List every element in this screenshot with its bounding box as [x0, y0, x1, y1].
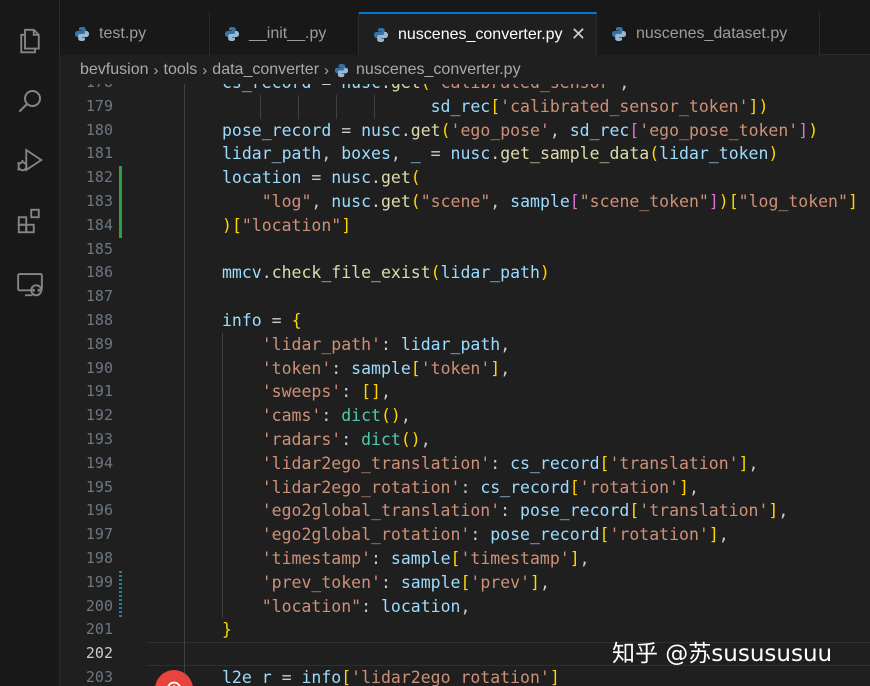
line-number[interactable]: 185 — [60, 238, 113, 262]
line-number[interactable]: 182 — [60, 166, 113, 190]
code-line[interactable]: 'lidar2ego_translation': cs_record['tran… — [222, 452, 759, 476]
title-strip — [60, 0, 870, 12]
line-number[interactable]: 189 — [60, 333, 113, 357]
search-icon[interactable] — [0, 77, 60, 125]
close-icon[interactable]: ✕ — [571, 24, 586, 44]
line-number[interactable]: 200 — [60, 595, 113, 619]
python-file-icon — [225, 26, 239, 41]
code-editor[interactable]: 178 cs_record = nusc.get('calibrated_sens… — [60, 84, 870, 686]
line-number[interactable]: 202 — [60, 642, 113, 666]
line-number[interactable]: 190 — [60, 357, 113, 381]
tab-label: nuscenes_converter.py — [398, 25, 563, 43]
line-number[interactable]: 192 — [60, 404, 113, 428]
code-line[interactable]: 'ego2global_translation': pose_record['t… — [222, 499, 789, 523]
line-number[interactable]: 193 — [60, 428, 113, 452]
code-line[interactable]: 'cams': dict(), — [222, 404, 411, 428]
code-line[interactable]: } — [222, 618, 232, 642]
indent-guide — [298, 94, 299, 119]
indent-guide — [374, 94, 375, 119]
line-number[interactable]: 199 — [60, 571, 113, 595]
breadcrumb-item[interactable]: bevfusion — [80, 61, 149, 79]
tab-nuscenes-dataset-py[interactable]: nuscenes_dataset.py — [597, 12, 820, 55]
code-line[interactable]: pose_record = nusc.get('ego_pose', sd_re… — [222, 119, 818, 143]
python-file-icon — [374, 27, 388, 42]
line-number[interactable]: 187 — [60, 285, 113, 309]
line-number[interactable]: 201 — [60, 618, 113, 642]
line-number[interactable]: 194 — [60, 452, 113, 476]
line-number[interactable]: 188 — [60, 309, 113, 333]
code-line[interactable]: sd_rec['calibrated_sensor_token']) — [222, 95, 769, 119]
code-line[interactable]: mmcv.check_file_exist(lidar_path) — [222, 261, 550, 285]
indent-guide — [184, 84, 185, 686]
line-number[interactable]: 195 — [60, 476, 113, 500]
code-line[interactable]: 'lidar_path': lidar_path, — [222, 333, 510, 357]
line-number[interactable]: 196 — [60, 499, 113, 523]
tab-bar: test.py __init__.py nuscenes_converter.p… — [60, 12, 870, 55]
python-file-icon — [612, 26, 626, 41]
breadcrumb-item[interactable]: data_converter — [212, 61, 319, 79]
tab-nuscenes-converter-py[interactable]: nuscenes_converter.py ✕ — [359, 12, 597, 55]
activity-bar — [0, 0, 60, 686]
code-line[interactable]: 'lidar2ego_rotation': cs_record['rotatio… — [222, 476, 699, 500]
python-file-icon — [334, 63, 349, 77]
line-number[interactable]: 178 — [60, 84, 113, 95]
code-line[interactable]: 'ego2global_rotation': pose_record['rota… — [222, 523, 729, 547]
line-number[interactable]: 191 — [60, 380, 113, 404]
tab-label: __init__.py — [249, 24, 327, 42]
line-number[interactable]: 197 — [60, 523, 113, 547]
line-number[interactable]: 179 — [60, 95, 113, 119]
gutter-added-marker[interactable] — [119, 166, 122, 238]
extensions-icon[interactable] — [0, 197, 60, 245]
code-line[interactable]: )["location"] — [222, 214, 351, 238]
indent-guide — [260, 94, 261, 119]
code-line[interactable]: info = { — [222, 309, 302, 333]
code-line[interactable]: lidar_path, boxes, _ = nusc.get_sample_d… — [222, 142, 778, 166]
breadcrumb-item[interactable]: tools — [164, 61, 198, 79]
tab-test-py[interactable]: test.py — [60, 12, 210, 55]
code-line[interactable]: 'timestamp': sample['timestamp'], — [222, 547, 590, 571]
chevron-right-icon: › — [202, 61, 208, 79]
line-number[interactable]: 181 — [60, 142, 113, 166]
code-line[interactable]: location = nusc.get( — [222, 166, 421, 190]
remote-explorer-icon[interactable] — [0, 260, 60, 308]
code-line[interactable]: "location": location, — [222, 595, 471, 619]
chevron-right-icon: › — [153, 61, 159, 79]
line-number[interactable]: 198 — [60, 547, 113, 571]
tab-label: test.py — [99, 24, 147, 42]
line-number[interactable]: 184 — [60, 214, 113, 238]
code-line[interactable]: 'token': sample['token'], — [222, 357, 510, 381]
code-line[interactable]: 'radars': dict(), — [222, 428, 431, 452]
tab-init-py[interactable]: __init__.py — [210, 12, 359, 55]
breadcrumb-item[interactable]: nuscenes_converter.py — [356, 61, 521, 79]
line-number[interactable]: 180 — [60, 119, 113, 143]
breadcrumb: bevfusion › tools › data_converter › nus… — [60, 56, 870, 84]
code-line[interactable]: "log", nusc.get("scene", sample["scene_t… — [222, 190, 858, 214]
chevron-right-icon: › — [324, 61, 330, 79]
line-number[interactable]: 183 — [60, 190, 113, 214]
tab-label: nuscenes_dataset.py — [636, 24, 788, 42]
code-line[interactable]: l2e_r = info['lidar2ego_rotation'] — [222, 666, 560, 686]
code-line[interactable]: 'prev_token': sample['prev'], — [222, 571, 550, 595]
line-number[interactable]: 186 — [60, 261, 113, 285]
run-debug-icon[interactable] — [0, 136, 60, 184]
line-number[interactable]: 203 — [60, 666, 113, 686]
indent-guide — [336, 94, 337, 119]
python-file-icon — [75, 26, 89, 41]
explorer-icon[interactable] — [0, 17, 60, 65]
gutter-modified-marker[interactable] — [119, 570, 122, 619]
code-line[interactable]: cs_record = nusc.get('calibrated_sensor'… — [222, 84, 629, 95]
watermark-text: 知乎 @苏susususuu — [612, 641, 833, 667]
code-line[interactable]: 'sweeps': [], — [222, 380, 391, 404]
